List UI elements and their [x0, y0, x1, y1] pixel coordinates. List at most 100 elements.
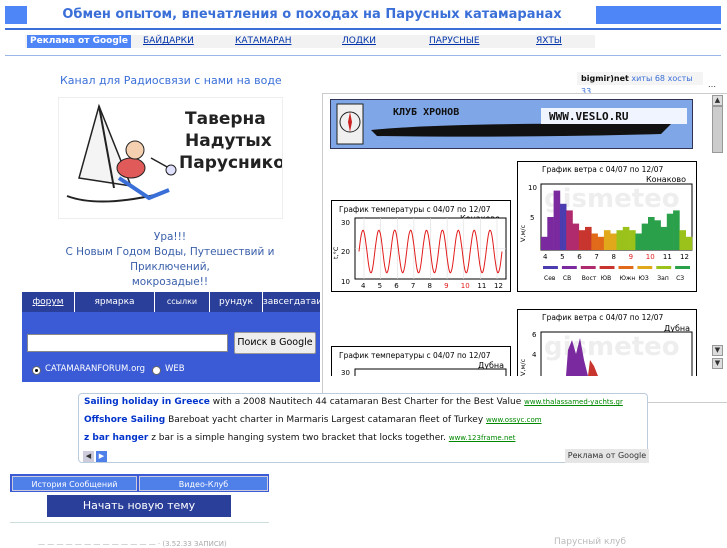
wind1-xticks: 4 5 6 7 8 9 10 11 12 — [543, 253, 689, 261]
tab-fair[interactable]: ярмарка — [75, 292, 155, 312]
nav-item-yachts[interactable]: ЯХТЫ — [536, 35, 562, 48]
frame-scroll-up-icon[interactable]: ▲ — [712, 95, 723, 106]
temp-chart-dubna-plot: График температуры с 04/07 по 12/07 Дубн… — [339, 351, 507, 376]
google-search-button[interactable]: Поиск в Google — [234, 332, 316, 354]
ad-title[interactable]: Sailing holiday in Greece — [84, 397, 210, 407]
ad-title[interactable]: z bar hanger — [84, 433, 148, 443]
wind2-watermark: gismeteo — [544, 332, 680, 362]
wind2-title: График ветра с 04/07 по 12/07 — [542, 313, 663, 322]
sailing-club-link[interactable]: Парусный клуб — [554, 537, 626, 547]
wind1-bar — [641, 223, 649, 250]
ad-item[interactable]: z bar hanger z bar is a simple hanging s… — [84, 433, 515, 443]
wind1-bar — [591, 233, 598, 250]
wind1-xtick: 8 — [612, 253, 616, 261]
ads-by-google-label[interactable]: Реклама от Google — [565, 449, 649, 463]
wind1-bar — [553, 190, 561, 250]
greeting-line2: С Новым Годом Воды, Путешествий и Приклю… — [65, 246, 275, 273]
wind1-xtick: 11 — [663, 253, 672, 261]
tavern-line3: Парусников — [179, 153, 282, 173]
temp1-xtick: 10 — [461, 282, 470, 290]
search-input[interactable] — [27, 334, 228, 352]
radio-web[interactable] — [152, 366, 161, 375]
wind1-legend-label: ЮВ — [601, 275, 612, 282]
ads-next-icon[interactable]: ▶ — [96, 451, 107, 462]
wind1-xtick: 12 — [680, 253, 689, 261]
frame-scroll-down-icon[interactable]: ▼ — [712, 345, 723, 356]
ad-title[interactable]: Offshore Sailing — [84, 415, 165, 425]
club-banner-title: КЛУБ ХРОНОВ — [393, 107, 459, 118]
tab-forum[interactable]: форум — [22, 292, 75, 312]
temp1-xtick: 12 — [494, 282, 503, 290]
wind-chart-dubna: График ветра с 04/07 по 12/07 Дубна gism… — [517, 309, 697, 376]
wind1-legend-label: Южн — [620, 275, 636, 282]
ad-url[interactable]: www.ossyc.com — [486, 416, 542, 424]
radio-catamaranforum-label: CATAMARANFORUM.org — [45, 364, 146, 374]
top-nav: Реклама от Google БАЙДАРКИ КАТАМАРАН ЛОД… — [25, 35, 595, 48]
wind1-city: Конаково — [646, 175, 686, 184]
wind1-bar — [660, 226, 668, 250]
nav-google-ads-label[interactable]: Реклама от Google — [27, 35, 131, 48]
counter-brand: bigmir)net — [581, 74, 629, 83]
wind1-bar — [597, 236, 605, 250]
wind1-legend-label: Зап — [657, 275, 669, 282]
tab-regulars[interactable]: завсегдатаи — [263, 292, 322, 312]
wind1-xtick: 10 — [646, 253, 655, 261]
wind1-xtick: 7 — [594, 253, 598, 261]
ads-prev-icon[interactable]: ◀ — [83, 451, 94, 462]
wind1-bar — [685, 236, 693, 250]
ad-text: Bareboat yacht charter in Marmaris Large… — [165, 415, 487, 425]
wind1-bar — [585, 226, 592, 250]
nav-item-catamaran[interactable]: КАТАМАРАН — [235, 35, 291, 48]
club-banner[interactable]: КЛУБ ХРОНОВ WWW.VESLO.RU — [330, 99, 693, 149]
new-year-greeting: Ура!!! С Новым Годом Воды, Путешествий и… — [30, 230, 310, 290]
ad-item[interactable]: Offshore Sailing Bareboat yacht charter … — [84, 415, 542, 425]
counter-hosts-label: хосты — [667, 74, 693, 83]
tavern-logo-image[interactable]: Таверна Надутых Парусников — [58, 97, 296, 219]
wind1-legend-label: СВ — [563, 275, 571, 282]
ad-item[interactable]: Sailing holiday in Greece with a 2008 Na… — [84, 397, 623, 407]
visit-counter[interactable]: bigmir)net хиты 68 хосты 33 — [577, 72, 703, 96]
radio-catamaranforum[interactable] — [32, 366, 41, 375]
wind1-bar — [541, 236, 548, 250]
ad-url[interactable]: www.123frame.net — [449, 434, 516, 442]
wind1-xtick: 9 — [629, 253, 633, 261]
ellipsis-icon[interactable]: … — [708, 80, 716, 89]
wind1-bar — [622, 226, 630, 250]
nav-item-boats[interactable]: ЛОДКИ — [342, 35, 376, 48]
temp1-xtick: 6 — [394, 282, 399, 290]
wind1-legend-label: СЗ — [676, 275, 684, 282]
tab-links[interactable]: ссылки — [155, 292, 210, 312]
temp1-xtick: 9 — [444, 282, 448, 290]
nav-item-sailing[interactable]: ПАРУСНЫЕ — [429, 35, 480, 48]
footer-stats-text: — — — — — — — — — — — — — · (3.52.33 ЗАП… — [38, 540, 227, 548]
tab-storage[interactable]: рундук — [210, 292, 263, 312]
wind2-ytick-6: 6 — [532, 331, 537, 339]
new-topic-button[interactable]: Начать новую тему — [47, 495, 231, 517]
wind1-bar — [648, 217, 655, 250]
temp1-xtick: 7 — [411, 282, 415, 290]
frame-scrollbar-thumb[interactable] — [712, 106, 723, 153]
temp-chart-konakovo: График температуры с 04/07 по 12/07 Кона… — [331, 200, 511, 292]
frame-scroll-end-icon[interactable]: ▼ — [712, 358, 723, 369]
message-history-button[interactable]: История Сообщений — [12, 476, 137, 491]
page-title: Обмен опытом, впечатления о походах на П… — [62, 7, 562, 22]
nav-item-kayaks[interactable]: БАЙДАРКИ — [143, 35, 194, 48]
ads-pager: ◀ ▶ — [83, 450, 109, 462]
wind1-legend-label: Сев — [544, 275, 556, 282]
header-right-bar — [596, 6, 721, 24]
wind1-bar — [666, 213, 674, 250]
wind1-legend-swatch — [637, 266, 653, 269]
header-divider — [5, 28, 721, 30]
bottom-divider — [10, 522, 269, 523]
ad-url[interactable]: www.thalassamed-yachts.gr — [524, 398, 623, 406]
wind-chart-dubna-plot: График ветра с 04/07 по 12/07 Дубна gism… — [519, 313, 693, 376]
wind1-xtick: 4 — [543, 253, 548, 261]
wind1-legend-label: ЮЗ — [638, 275, 648, 282]
temp1-xtick: 8 — [428, 282, 432, 290]
forum-tabs: форум ярмарка ссылки рундук завсегдатаи — [22, 292, 322, 312]
video-club-button[interactable]: Видео-Клуб — [139, 476, 268, 491]
wind1-bar — [610, 233, 617, 250]
ad-text: z bar is a simple hanging system two bra… — [148, 433, 449, 443]
wind1-legend-swatch — [561, 266, 577, 269]
wind-chart-konakovo: График ветра с 04/07 по 12/07 Конаково g… — [517, 161, 697, 292]
